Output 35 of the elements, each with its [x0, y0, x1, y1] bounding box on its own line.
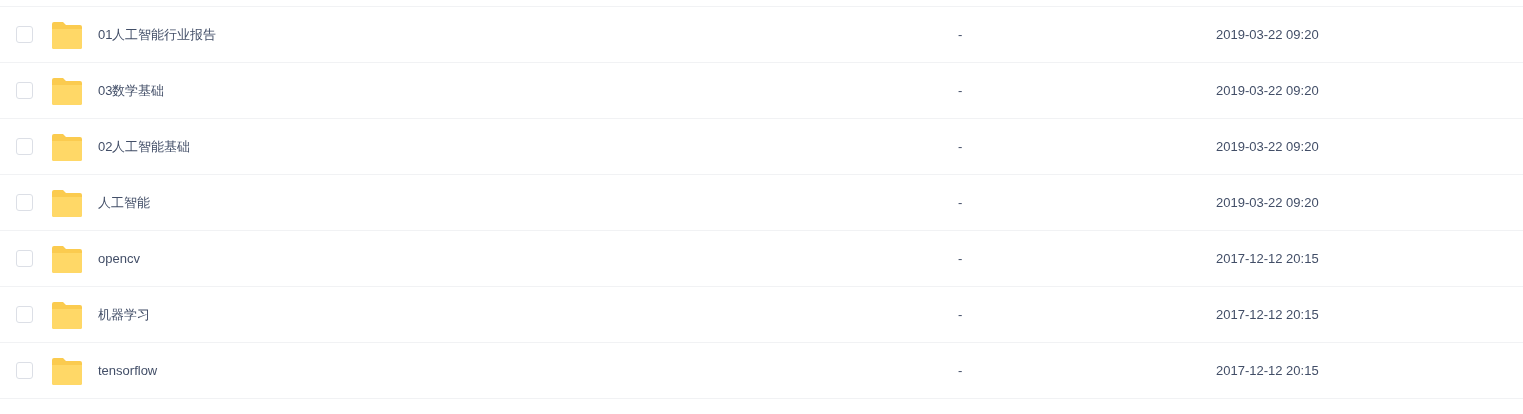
modified-date: 2019-03-22 09:20: [1216, 137, 1319, 156]
file-name[interactable]: opencv: [98, 248, 958, 269]
folder-icon: [50, 188, 84, 217]
file-name[interactable]: 机器学习: [98, 304, 958, 325]
modified-date: 2019-03-22 09:20: [1216, 193, 1319, 212]
checkbox[interactable]: [16, 362, 33, 379]
file-size: -: [958, 249, 964, 268]
modified-date: 2017-12-12 20:15: [1216, 249, 1319, 268]
folder-icon: [50, 20, 84, 49]
modified-date: 2017-12-12 20:15: [1216, 305, 1319, 324]
checkbox[interactable]: [16, 306, 33, 323]
file-name[interactable]: 人工智能: [98, 192, 958, 213]
checkbox[interactable]: [16, 194, 33, 211]
file-name[interactable]: tensorflow: [98, 360, 958, 381]
file-size: -: [958, 137, 964, 156]
file-size: -: [958, 193, 964, 212]
file-size: -: [958, 361, 964, 380]
modified-date: 2019-03-22 09:20: [1216, 81, 1319, 100]
folder-icon: [50, 132, 84, 161]
file-size: -: [958, 81, 964, 100]
file-name[interactable]: 02人工智能基础: [98, 136, 958, 157]
checkbox[interactable]: [16, 250, 33, 267]
file-size: -: [958, 305, 964, 324]
file-name[interactable]: 03数学基础: [98, 80, 958, 101]
modified-date: 2019-03-22 09:20: [1216, 25, 1319, 44]
modified-date: 2017-12-12 20:15: [1216, 361, 1319, 380]
checkbox[interactable]: [16, 138, 33, 155]
file-name[interactable]: 01人工智能行业报告: [98, 24, 958, 45]
folder-icon: [50, 356, 84, 385]
file-size: -: [958, 25, 964, 44]
folder-icon: [50, 76, 84, 105]
checkbox[interactable]: [16, 82, 33, 99]
folder-icon: [50, 244, 84, 273]
folder-icon: [50, 300, 84, 329]
checkbox[interactable]: [16, 26, 33, 43]
